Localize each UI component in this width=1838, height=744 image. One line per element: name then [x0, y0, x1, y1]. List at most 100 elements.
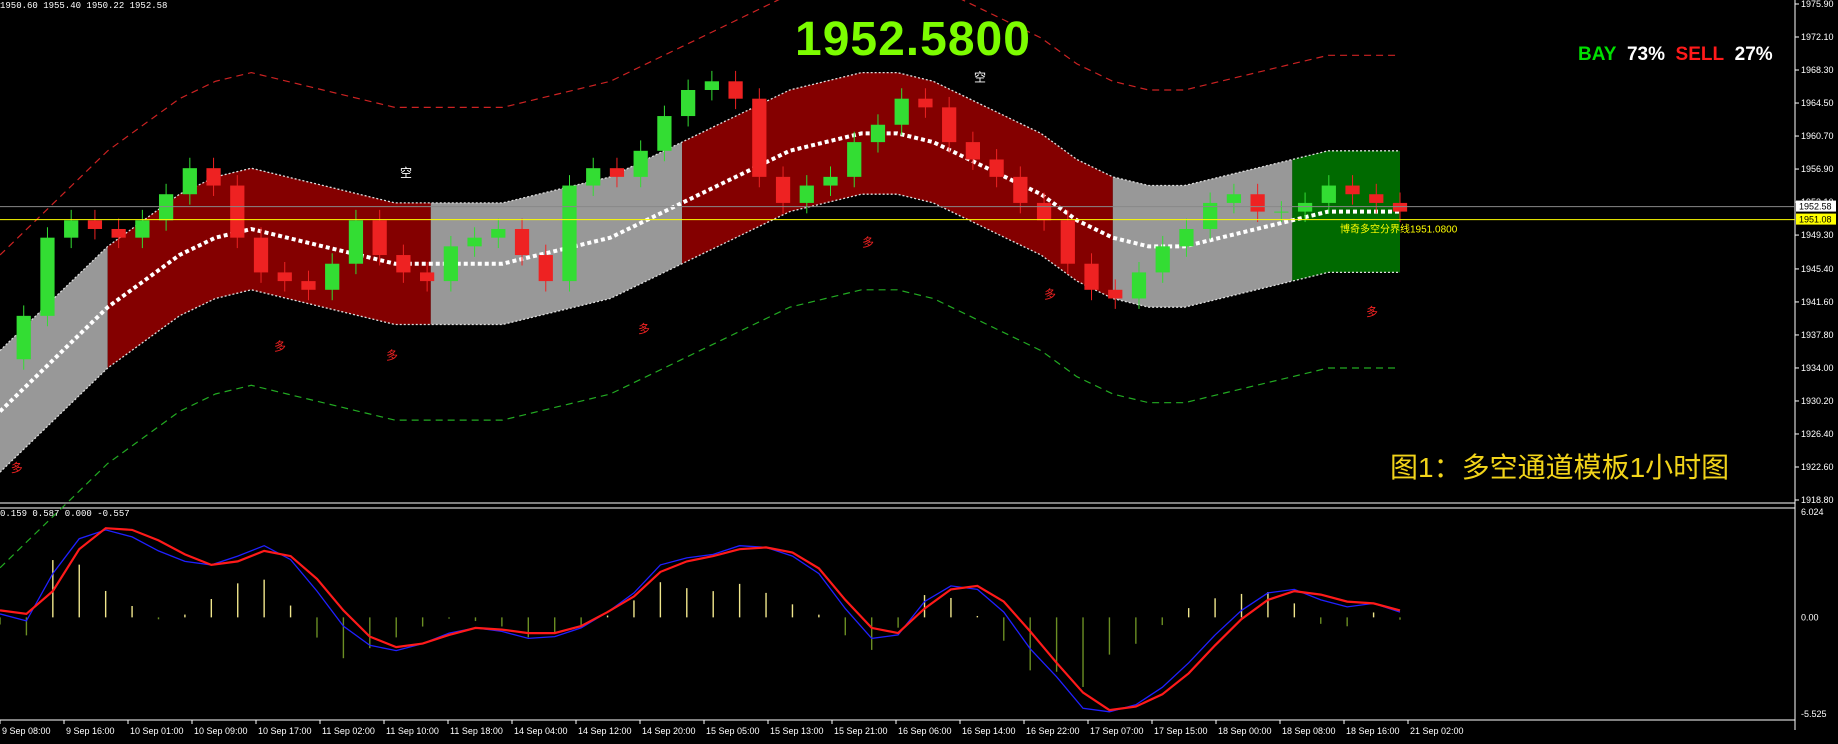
candle-body [633, 150, 648, 177]
y-tick-label: 1960.70 [1801, 131, 1834, 141]
candle-body [420, 272, 435, 282]
candle-body [1250, 194, 1265, 212]
channel-segment [107, 168, 431, 368]
y-tick-label: 1941.60 [1801, 297, 1834, 307]
candle-body [1274, 211, 1289, 213]
sentiment-panel: BAY 73% SELL 27% [1578, 44, 1773, 66]
candle-body [965, 142, 980, 160]
y-tick-label: 1972.10 [1801, 32, 1834, 42]
ohlc-readout: 1950.60 1955.40 1950.22 1952.58 [0, 1, 168, 11]
candle-body [491, 228, 506, 238]
macd-y-tick-label: 6.024 [1801, 507, 1824, 517]
buy-marker: 多 [11, 461, 23, 475]
x-tick-label: 9 Sep 16:00 [66, 726, 115, 736]
candle-body [799, 185, 814, 203]
y-tick-label: 1922.60 [1801, 462, 1834, 472]
candle-body [1155, 246, 1170, 273]
candle-body [562, 185, 577, 282]
candle-body [64, 220, 79, 238]
candle-body [657, 116, 672, 151]
y-tick-label: 1949.30 [1801, 230, 1834, 240]
candle-body [301, 281, 316, 290]
candle-body [704, 81, 719, 90]
candle-body [16, 315, 31, 360]
x-tick-label: 18 Sep 08:00 [1282, 726, 1336, 736]
candle-body [87, 220, 103, 229]
lower-band-line [0, 289, 1400, 569]
buy-marker: 多 [638, 322, 650, 336]
price-chart[interactable]: 1975.90 1972.10 1968.30 1964.50 1960.70 1956.… [0, 0, 1838, 744]
candle-body [111, 228, 126, 238]
candle-body [942, 107, 957, 143]
y-tick-label: 1926.40 [1801, 429, 1834, 439]
x-tick-label: 16 Sep 06:00 [898, 726, 952, 736]
sell-percent: 27% [1734, 44, 1773, 65]
boundary-line-label: 博奇多空分界线1951.0800 [1340, 223, 1458, 236]
buy-marker: 多 [1366, 305, 1378, 319]
candle-body [870, 124, 886, 143]
buy-percent: 73% [1626, 44, 1665, 65]
y-tick-label: 1945.40 [1801, 264, 1834, 274]
candle-body [1392, 202, 1408, 212]
x-tick-label: 16 Sep 22:00 [1026, 726, 1080, 736]
x-tick-label: 16 Sep 14:00 [962, 726, 1016, 736]
buy-marker: 多 [862, 235, 874, 249]
candle-body [918, 98, 933, 108]
candle-body [206, 168, 221, 186]
x-tick-label: 17 Sep 07:00 [1090, 726, 1144, 736]
candle-body [609, 168, 625, 177]
x-tick-label: 17 Sep 15:00 [1154, 726, 1208, 736]
y-tick-label: 1918.80 [1801, 495, 1834, 505]
x-tick-label: 21 Sep 02:00 [1410, 726, 1464, 736]
candle-body [847, 142, 862, 177]
candle-body [1060, 220, 1075, 264]
buy-marker: 多 [274, 340, 286, 354]
channel-segment [1292, 150, 1400, 282]
candle-body [135, 220, 150, 238]
candle-body [1131, 272, 1147, 299]
chart-caption: 图1：多空通道模板1小时图 [1390, 452, 1730, 483]
x-tick-label: 11 Sep 10:00 [386, 726, 439, 736]
x-tick-label: 18 Sep 16:00 [1346, 726, 1400, 736]
candle-body [728, 81, 743, 99]
candle-body [1084, 263, 1099, 290]
x-tick-label: 15 Sep 05:00 [706, 726, 760, 736]
y-tick-label: 1968.30 [1801, 65, 1834, 75]
candle-body [586, 168, 601, 186]
candle-body [1036, 202, 1052, 221]
x-tick-label: 14 Sep 04:00 [514, 726, 568, 736]
candle-body [1179, 228, 1194, 247]
x-tick-label: 10 Sep 09:00 [194, 726, 248, 736]
sell-marker: 空 [400, 166, 412, 180]
x-tick-label: 15 Sep 21:00 [834, 726, 888, 736]
candle-body [1108, 289, 1123, 299]
candle-body [1369, 194, 1384, 203]
candle-body [325, 263, 340, 290]
candle-body [514, 228, 530, 256]
x-tick-label: 10 Sep 17:00 [258, 726, 312, 736]
candle-body [775, 176, 791, 203]
macd-readout: 0.159 0.587 0.000 -0.557 [0, 509, 130, 519]
candle-body [396, 255, 411, 273]
candle-body [894, 98, 909, 125]
candle-body [253, 237, 269, 273]
candle-body [158, 194, 174, 221]
candle-body [348, 220, 364, 264]
candle-body [752, 98, 767, 177]
candle-body [230, 185, 245, 238]
sell-label: SELL [1675, 44, 1725, 65]
y-tick-label: 1956.90 [1801, 164, 1834, 174]
x-tick-label: 11 Sep 18:00 [450, 726, 503, 736]
candle-body [823, 176, 838, 186]
candle-body [1226, 194, 1242, 203]
x-tick-label: 10 Sep 01:00 [130, 726, 184, 736]
y-tick-label: 1975.90 [1801, 0, 1834, 9]
x-tick-label: 14 Sep 20:00 [642, 726, 696, 736]
macd-line [0, 529, 1401, 713]
x-tick-label: 9 Sep 08:00 [2, 726, 51, 736]
candle-body [443, 246, 458, 282]
macd-signal-line [0, 527, 1401, 712]
buy-marker: 多 [1044, 287, 1056, 301]
candle-body [372, 220, 387, 256]
candle-body [40, 237, 55, 316]
